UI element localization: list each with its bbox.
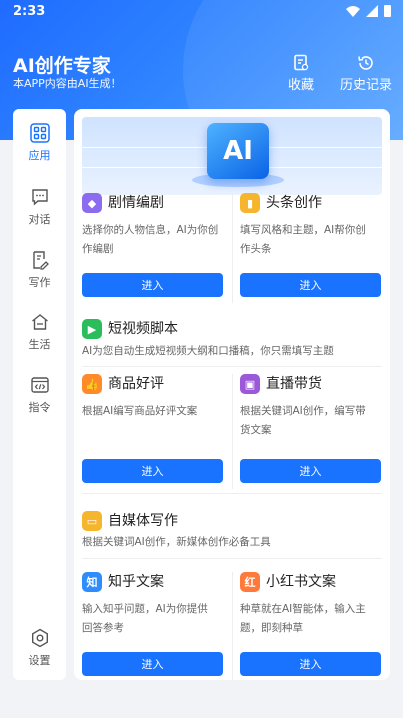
- code-icon: [30, 377, 49, 393]
- app-content: AI ◆ 剧情编剧 选择你的人物信息，AI为你创 作编剧 进入 ▮ 头条创作 填…: [74, 109, 390, 680]
- sidebar-item-label: 对话: [28, 213, 51, 226]
- bookmark-icon: [294, 54, 309, 71]
- book-icon: ▭: [82, 511, 102, 531]
- status-icons: [346, 5, 391, 17]
- enter-button-zhihu[interactable]: 进入: [82, 652, 223, 676]
- app-subtitle: 本APP内容由AI生成！: [13, 77, 122, 90]
- tile-description: 填写风格和主题，AI帮你创 作头条: [240, 221, 366, 259]
- tile-desc-line: 题，即刻种草: [240, 622, 303, 634]
- sidebar-item-apps[interactable]: 应用: [13, 123, 66, 163]
- drama-icon: ◆: [82, 193, 102, 213]
- chat-icon: [31, 189, 48, 206]
- tile-description: 选择你的人物信息，AI为你创 作编剧: [82, 221, 218, 259]
- enter-button-product-review[interactable]: 进入: [82, 459, 223, 483]
- tile-desc-line: 根据AI编写商品好评文案: [82, 405, 198, 417]
- collect-label: 收藏: [288, 78, 315, 93]
- history-button[interactable]: 历史记录: [340, 54, 392, 93]
- collect-button[interactable]: 收藏: [288, 54, 314, 93]
- tile-desc-line: 作头条: [240, 243, 272, 255]
- tile-desc-line: 填写风格和主题，AI帮你创: [240, 224, 366, 236]
- sidebar-item-label: 写作: [28, 276, 51, 289]
- tile-description: 根据关键词AI创作，编写带 货文案: [240, 402, 366, 440]
- tv-icon: ▣: [240, 374, 260, 394]
- sidebar-item-life[interactable]: 生活: [13, 312, 66, 352]
- section-desc-short-video: AI为您自动生成短视频大纲和口播稿，你只需填写主题: [82, 345, 334, 357]
- tile-desc-line: 输入知乎问题，AI为你提供: [82, 603, 208, 615]
- tile-title: 头条创作: [266, 195, 322, 211]
- section-desc-self-media: 根据关键词AI创作，新媒体创作必备工具: [82, 536, 271, 548]
- signal-icon: [366, 5, 378, 17]
- tile-description: 根据AI编写商品好评文案: [82, 402, 197, 421]
- sidebar-item-write[interactable]: 写作: [13, 250, 66, 290]
- tile-title: 小红书文案: [266, 574, 336, 590]
- divider: [82, 558, 382, 559]
- sidebar-item-settings[interactable]: 设置: [13, 628, 66, 668]
- tile-desc-line: 种草就在AI智能体，输入主: [240, 603, 366, 615]
- tile-desc-line: 回答参考: [82, 622, 124, 634]
- tile-desc-line: 根据关键词AI创作，编写带: [240, 405, 366, 417]
- divider: [232, 572, 233, 680]
- enter-button-script-writer[interactable]: 进入: [82, 273, 223, 297]
- battery-icon: [384, 5, 391, 17]
- tile-title: 直播带货: [266, 376, 322, 392]
- status-time: 2:33: [13, 4, 46, 19]
- home-icon: [31, 314, 48, 330]
- sidebar-item-label: 应用: [28, 149, 51, 162]
- grid-icon: [29, 123, 50, 143]
- sidebar-item-label: 指令: [28, 401, 51, 414]
- banner-image: AI: [82, 117, 382, 195]
- sidebar-item-label: 生活: [28, 338, 51, 351]
- ai-logo: AI: [207, 123, 269, 179]
- divider: [232, 374, 233, 489]
- thumbs-up-icon: 👍: [82, 374, 102, 394]
- sidebar: 应用 对话 写作 生活 指令 设置: [13, 109, 66, 680]
- wifi-icon: [346, 5, 360, 17]
- xiaohongshu-icon: 红: [240, 572, 260, 592]
- enter-button-headline[interactable]: 进入: [240, 273, 381, 297]
- section-title-self-media[interactable]: 自媒体写作: [108, 511, 178, 531]
- tile-title: 知乎文案: [108, 574, 164, 590]
- tile-desc-line: 货文案: [240, 424, 272, 436]
- tile-description: 输入知乎问题，AI为你提供 回答参考: [82, 600, 208, 638]
- video-icon: ▶: [82, 319, 102, 339]
- gear-icon: [31, 628, 48, 648]
- tile-desc-line: 选择你的人物信息，AI为你创: [82, 224, 219, 236]
- sidebar-item-label: 设置: [28, 654, 51, 667]
- write-icon: [32, 251, 49, 270]
- zhihu-icon: 知: [82, 572, 102, 592]
- status-bar: 2:33: [0, 0, 403, 24]
- sidebar-item-commands[interactable]: 指令: [13, 375, 66, 415]
- divider: [82, 493, 382, 494]
- tile-title: 商品好评: [108, 376, 164, 392]
- history-icon: [358, 56, 373, 70]
- tile-description: 种草就在AI智能体，输入主 题，即刻种草: [240, 600, 366, 638]
- history-label: 历史记录: [340, 78, 393, 93]
- section-title-short-video[interactable]: 短视频脚本: [108, 319, 178, 339]
- tile-title: 剧情编剧: [108, 195, 164, 211]
- divider: [232, 193, 233, 303]
- app-title: AI创作专家: [13, 55, 111, 77]
- enter-button-live-selling[interactable]: 进入: [240, 459, 381, 483]
- tile-desc-line: 作编剧: [82, 243, 114, 255]
- chart-icon: ▮: [240, 193, 260, 213]
- divider: [82, 366, 382, 367]
- sidebar-item-chat[interactable]: 对话: [13, 187, 66, 227]
- enter-button-xiaohongshu[interactable]: 进入: [240, 652, 381, 676]
